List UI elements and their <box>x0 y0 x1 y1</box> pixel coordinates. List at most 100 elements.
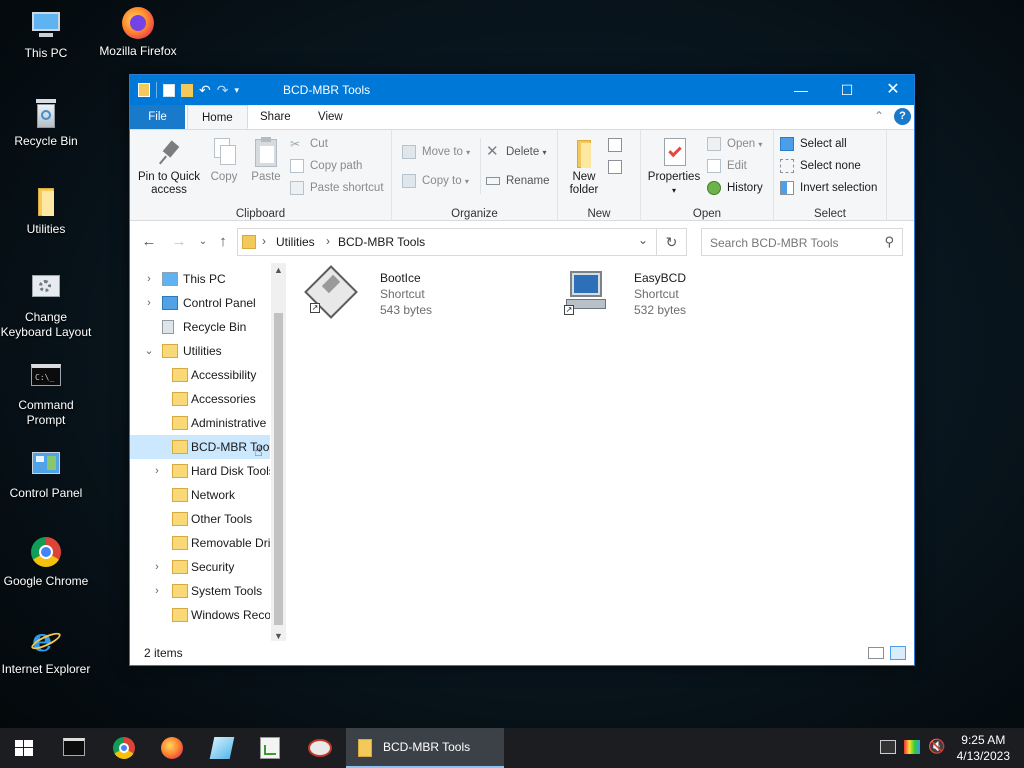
edit-button[interactable]: Edit <box>707 156 747 176</box>
tree-item-label: Windows Recovery <box>191 608 270 622</box>
clock[interactable]: 9:25 AM 4/13/2023 <box>957 732 1010 764</box>
minimize-button[interactable]: — <box>778 75 824 105</box>
expand-chevron-icon[interactable]: › <box>144 291 154 315</box>
properties-label: Properties <box>647 171 701 183</box>
copy-button[interactable]: Copy <box>204 136 244 184</box>
tree-item-security[interactable]: › Security <box>130 555 270 579</box>
close-button[interactable]: ✕ <box>870 75 916 105</box>
history-button[interactable]: History <box>707 178 763 198</box>
select-all-button[interactable]: Select all <box>780 134 847 154</box>
delete-button[interactable]: ✕ Delete ▾ <box>486 142 546 162</box>
tree-item-bcd-mbr-tools[interactable]: BCD-MBR Tools ☝ <box>130 435 270 459</box>
collapse-chevron-icon[interactable]: ⌄ <box>144 339 154 363</box>
volume-muted-icon[interactable]: 🔇 <box>928 738 945 755</box>
start-button[interactable] <box>0 728 48 768</box>
scroll-up-icon[interactable]: ▲ <box>274 265 283 275</box>
rename-button[interactable]: Rename <box>486 171 549 191</box>
desktop-icon-keyboard-layout[interactable]: Change Keyboard Layout <box>0 272 92 340</box>
tree-item-windows-recovery[interactable]: Windows Recovery <box>130 603 270 627</box>
tree-item-utilities[interactable]: ⌄ Utilities <box>130 339 270 363</box>
taskbar-command-prompt[interactable] <box>50 728 98 768</box>
tree-item-other-tools[interactable]: Other Tools <box>130 507 270 531</box>
desktop-icon-chrome[interactable]: Google Chrome <box>0 536 92 589</box>
taskbar-app-chart[interactable] <box>246 728 294 768</box>
properties-button[interactable]: Properties ▾ <box>645 136 703 197</box>
tree-item-network[interactable]: Network <box>130 483 270 507</box>
tree-item-this-pc[interactable]: › This PC <box>130 267 270 291</box>
move-to-button[interactable]: Move to ▾ <box>402 142 470 162</box>
forward-button[interactable]: → <box>170 233 188 251</box>
tab-share[interactable]: Share <box>246 105 305 129</box>
keyboard-settings-icon <box>29 272 63 306</box>
address-dropdown-icon[interactable]: ⌄ <box>638 233 648 247</box>
open-button[interactable]: Open ▾ <box>707 134 762 154</box>
search-box[interactable]: Search BCD-MBR Tools ⚲ <box>701 228 903 256</box>
scrollbar-thumb[interactable] <box>274 313 283 625</box>
breadcrumb-utilities[interactable]: Utilities <box>276 235 315 249</box>
tree-item-system-tools[interactable]: › System Tools <box>130 579 270 603</box>
tree-item-label: Control Panel <box>183 296 256 310</box>
new-folder-button[interactable]: New folder <box>562 136 606 197</box>
tree-item-control-panel[interactable]: › Control Panel <box>130 291 270 315</box>
pin-to-quick-access-button[interactable]: Pin to Quick access <box>136 136 202 197</box>
breadcrumb-bcd-mbr-tools[interactable]: BCD-MBR Tools <box>338 235 425 249</box>
copy-to-button[interactable]: Copy to ▾ <box>402 171 469 191</box>
file-item-bootice[interactable]: ↗ BootIce Shortcut 543 bytes <box>304 265 538 321</box>
navigation-pane-scrollbar[interactable]: ▲ ▼ <box>271 263 286 643</box>
customize-toolbar-icon[interactable]: ▾ <box>234 83 239 97</box>
tree-item-administrative[interactable]: Administrative <box>130 411 270 435</box>
invert-selection-button[interactable]: Invert selection <box>780 178 877 198</box>
easy-access-icon[interactable] <box>608 160 622 174</box>
collapse-ribbon-icon[interactable]: ⌃ <box>874 109 884 123</box>
desktop-icon-firefox[interactable]: Mozilla Firefox <box>92 6 184 59</box>
large-icons-view-icon[interactable] <box>890 646 906 660</box>
tray-network-icon[interactable] <box>880 740 896 754</box>
title-bar[interactable]: ↶ ↷ ▾ BCD-MBR Tools — ☐ ✕ <box>130 75 914 105</box>
tree-item-accessibility[interactable]: Accessibility <box>130 363 270 387</box>
details-view-icon[interactable] <box>868 647 884 659</box>
desktop-icon-recycle-bin[interactable]: Recycle Bin <box>0 96 92 149</box>
taskbar-app-blue[interactable] <box>198 728 246 768</box>
redo-icon[interactable]: ↷ <box>217 83 229 97</box>
maximize-button[interactable]: ☐ <box>824 75 870 105</box>
new-item-icon[interactable] <box>608 138 622 152</box>
paste-button[interactable]: Paste <box>246 136 286 184</box>
help-icon[interactable]: ? <box>894 108 911 125</box>
expand-chevron-icon[interactable]: › <box>152 579 162 603</box>
tab-home[interactable]: Home <box>187 105 248 129</box>
file-item-easybcd[interactable]: ↗ EasyBCD Shortcut 532 bytes <box>562 269 792 321</box>
tray-colorful-icon[interactable] <box>904 740 920 754</box>
refresh-button[interactable]: ↻ <box>657 228 687 256</box>
select-none-button[interactable]: Select none <box>780 156 861 176</box>
taskbar-app-paint[interactable] <box>296 728 344 768</box>
back-button[interactable]: ← <box>140 233 158 251</box>
desktop-icon-control-panel[interactable]: Control Panel <box>0 448 92 501</box>
desktop-icon-command-prompt[interactable]: C:\_ Command Prompt <box>0 360 92 428</box>
desktop-icon-utilities[interactable]: Utilities <box>0 184 92 237</box>
tab-file[interactable]: File <box>130 105 185 129</box>
address-bar[interactable]: › Utilities › BCD-MBR Tools ⌄ <box>237 228 657 256</box>
taskbar-firefox[interactable] <box>148 728 196 768</box>
copy-path-button[interactable]: Copy path <box>290 156 362 176</box>
tree-item-hard-disk-tools[interactable]: › Hard Disk Tools <box>130 459 270 483</box>
expand-chevron-icon[interactable]: › <box>144 267 154 291</box>
new-folder-icon[interactable] <box>181 83 193 97</box>
tree-item-accessories[interactable]: Accessories <box>130 387 270 411</box>
tree-item-recycle-bin[interactable]: Recycle Bin <box>130 315 270 339</box>
cut-button[interactable]: ✂ Cut <box>290 134 328 154</box>
tab-view[interactable]: View <box>304 105 357 129</box>
tree-item-removable-drives[interactable]: Removable Drives <box>130 531 270 555</box>
expand-chevron-icon[interactable]: › <box>152 555 162 579</box>
recent-locations-button[interactable]: ⌄ <box>194 233 212 251</box>
folder-icon <box>172 368 188 382</box>
taskbar-chrome[interactable] <box>100 728 148 768</box>
expand-chevron-icon[interactable]: › <box>152 459 162 483</box>
up-button[interactable]: ↑ <box>214 233 232 251</box>
undo-icon[interactable]: ↶ <box>199 83 211 97</box>
desktop-icon-internet-explorer[interactable]: e Internet Explorer <box>0 624 92 677</box>
paste-shortcut-button[interactable]: Paste shortcut <box>290 178 384 198</box>
desktop-icon-this-pc[interactable]: This PC <box>0 8 92 61</box>
scroll-down-icon[interactable]: ▼ <box>274 631 283 641</box>
properties-icon[interactable] <box>163 83 175 97</box>
taskbar-explorer-window[interactable]: BCD-MBR Tools <box>346 728 504 768</box>
